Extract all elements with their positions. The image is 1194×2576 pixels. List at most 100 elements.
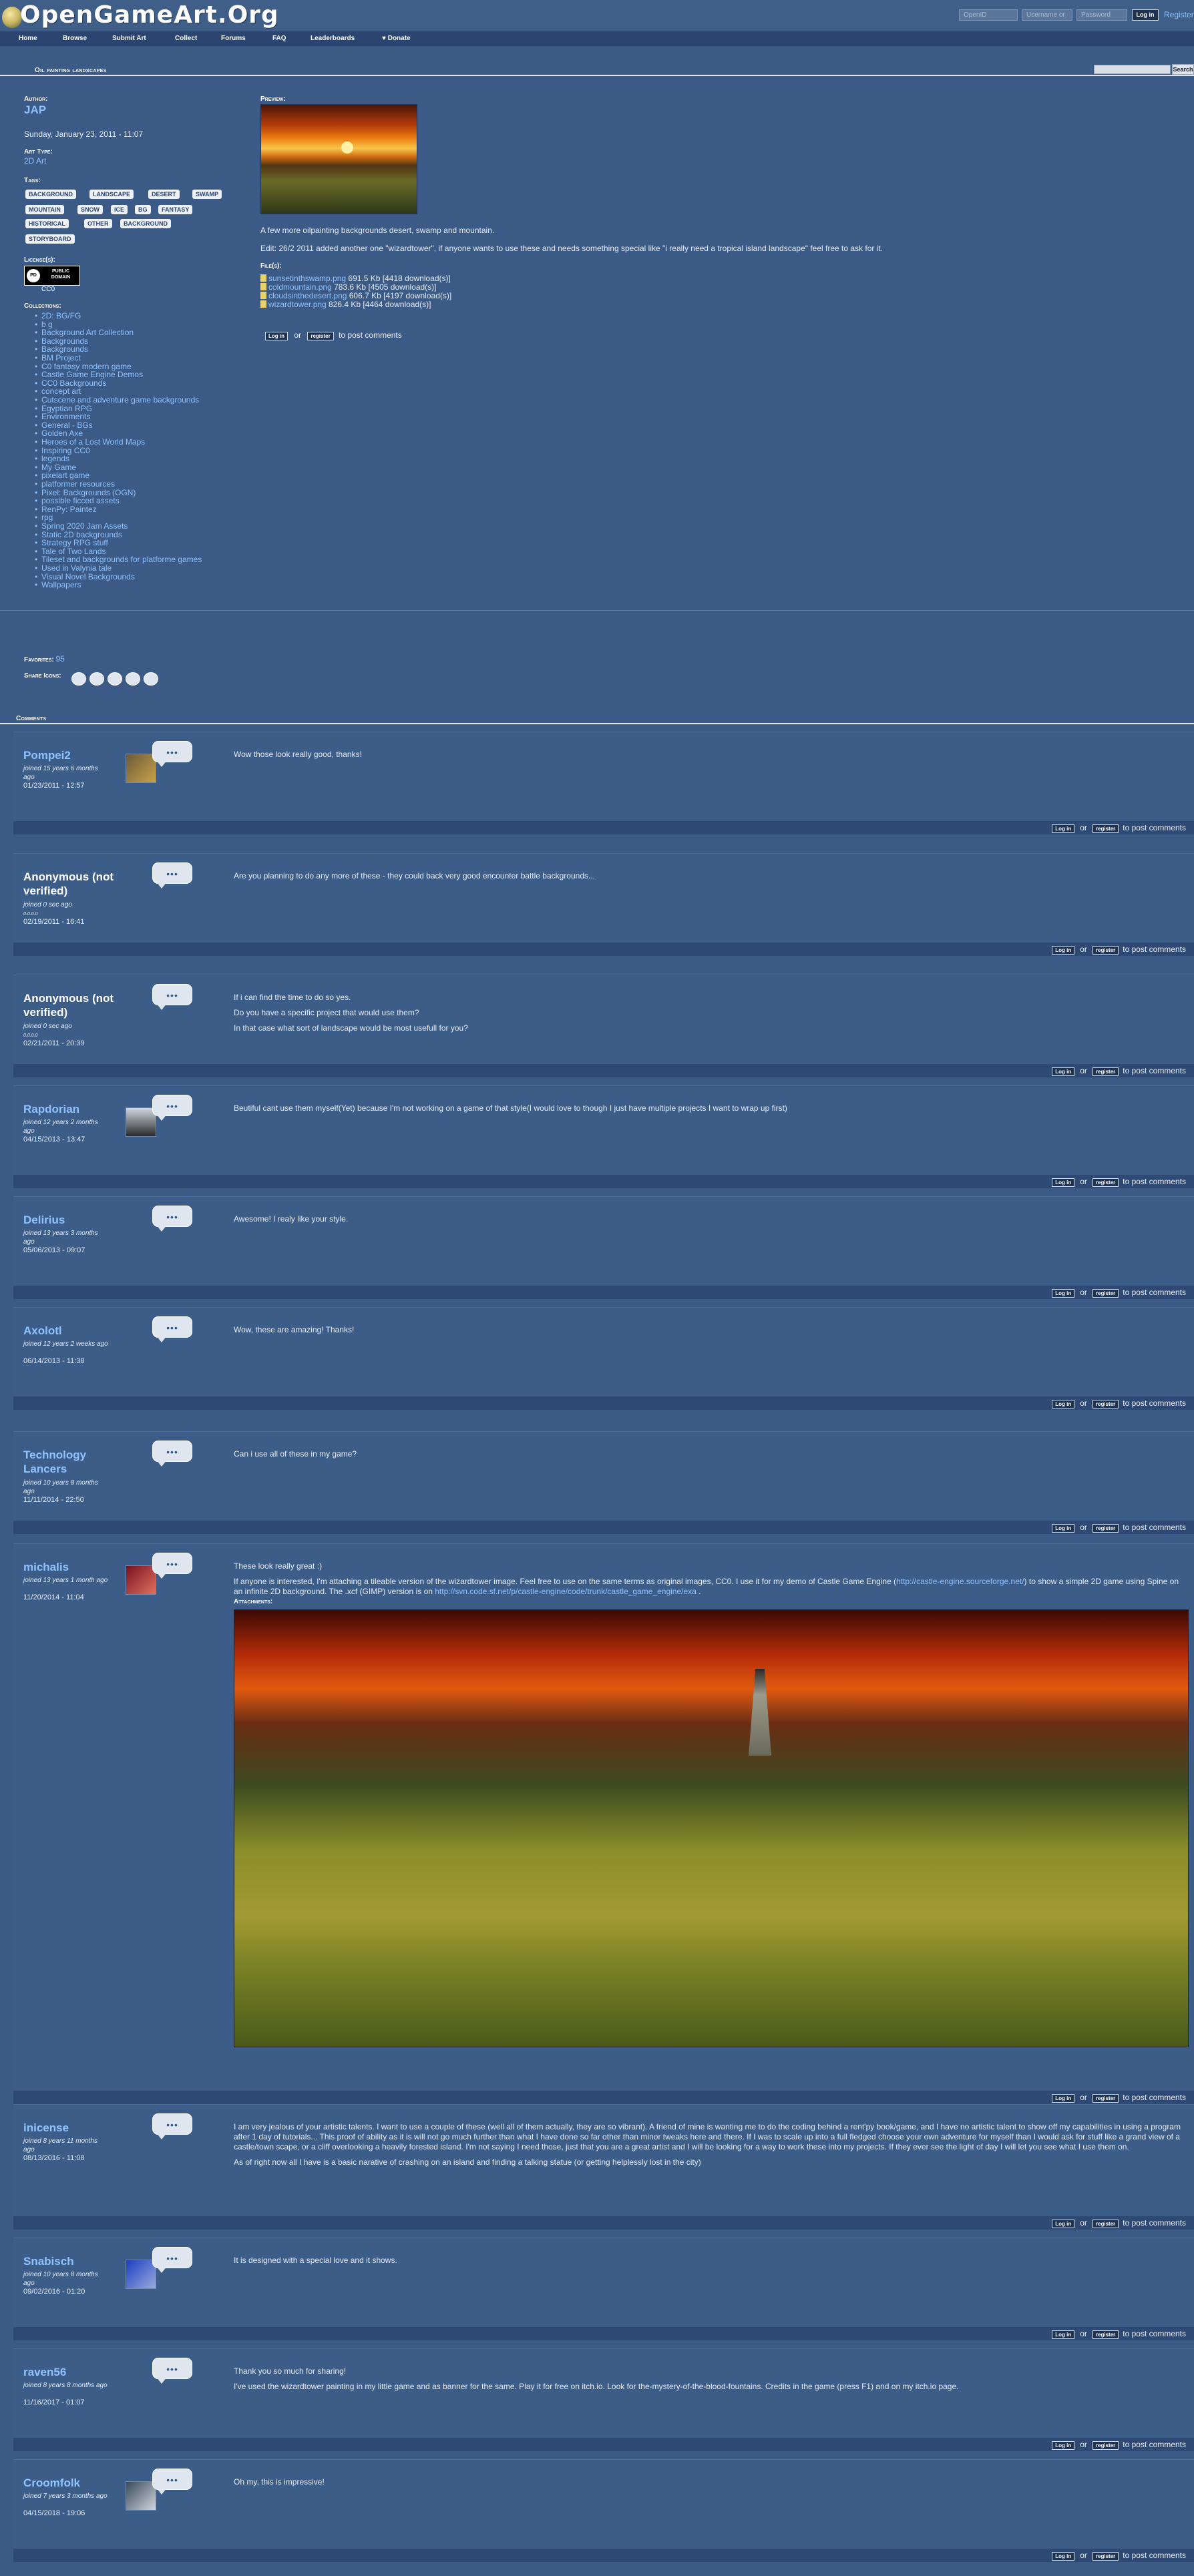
login-button[interactable]: Log in [1052, 946, 1075, 955]
nav-collect[interactable]: Collect [175, 35, 197, 42]
file-link[interactable]: coldmountain.png [268, 282, 332, 292]
nav-submit-art[interactable]: Submit Art [112, 35, 146, 42]
file-link[interactable]: sunsetinthswamp.png [268, 274, 346, 283]
tag[interactable]: Fantasy [158, 205, 193, 214]
register-button[interactable]: register [1092, 1524, 1119, 1533]
comment-body: Wow those look really good, thanks! [234, 750, 1189, 765]
preview-image[interactable] [260, 104, 417, 214]
comment-author[interactable]: raven56 [23, 2365, 117, 2379]
tag[interactable]: Landscape [89, 190, 134, 199]
tag[interactable]: Snow [77, 205, 103, 214]
login-button[interactable]: Log in [1052, 824, 1075, 833]
comment-body: Oh my, this is impressive! [234, 2477, 1189, 2493]
comment-author[interactable]: Axolotl [23, 1324, 117, 1338]
register-button[interactable]: register [1092, 2441, 1119, 2450]
login-button[interactable]: Log in [1052, 2552, 1075, 2561]
login-button[interactable]: Log in [1052, 2094, 1075, 2103]
art-type-link[interactable]: 2D Art [24, 156, 46, 166]
attachment-image[interactable] [234, 1609, 1189, 2047]
login-button[interactable]: Log in [1052, 1178, 1075, 1187]
favorites-count[interactable]: 95 [55, 654, 64, 664]
nav-forums[interactable]: Forums [221, 35, 246, 42]
username-input[interactable]: Username or [1022, 9, 1072, 21]
register-link[interactable]: Register [1164, 10, 1194, 19]
comment-author[interactable]: Croomfolk [23, 2476, 117, 2490]
comment-author[interactable]: Pompei2 [23, 748, 117, 762]
collections-label: Collections: [24, 302, 61, 310]
nav-donate[interactable]: ♥ Donate [382, 35, 411, 42]
file-row: wizardtower.png 826.4 Kb [4464 download(… [260, 300, 431, 309]
files-label: File(s): [260, 262, 282, 270]
comment-footer: Log in or register to post comments [13, 1286, 1194, 1299]
register-button[interactable]: register [1092, 1400, 1119, 1408]
comment-date: 01/23/2011 - 12:57 [23, 782, 85, 790]
comment-author[interactable]: Technology Lancers [23, 1448, 117, 1476]
post-comments-text: to post comments [1123, 2440, 1186, 2449]
engine-link[interactable]: http://castle-engine.sourceforge.net/ [896, 1577, 1024, 1586]
post-comments-text: to post comments [339, 330, 402, 340]
tag[interactable]: Storyboard [25, 234, 75, 244]
login-button[interactable]: Log in [1052, 1524, 1075, 1533]
comment-author[interactable]: inicense [23, 2121, 117, 2135]
openid-input[interactable]: OpenID [959, 9, 1018, 21]
login-button[interactable]: Log in [1132, 9, 1159, 21]
tag[interactable]: Swamp [192, 190, 222, 199]
register-button[interactable]: register [1092, 1067, 1119, 1076]
comment-author[interactable]: michalis [23, 1560, 117, 1574]
tag[interactable]: Background [120, 219, 171, 228]
register-button[interactable]: register [307, 332, 334, 340]
file-info: 606.7 Kb [4197 download(s)] [347, 291, 452, 300]
cc-icon: PD [27, 269, 40, 282]
tag[interactable]: Ice [111, 205, 128, 214]
register-button[interactable]: register [1092, 2220, 1119, 2228]
license-badge[interactable]: PD PUBLIC DOMAIN [24, 266, 80, 286]
comment-text: Wow, these are amazing! Thanks! [234, 1325, 355, 1334]
register-button[interactable]: register [1092, 2552, 1119, 2561]
login-button[interactable]: Log in [1052, 2441, 1075, 2450]
share-icon[interactable] [89, 672, 104, 686]
tag[interactable]: BG [135, 205, 151, 214]
comment-text: As of right now all I have is a basic na… [234, 2157, 701, 2167]
site-logo[interactable]: OpenGameArt.Org [0, 0, 287, 30]
login-button[interactable]: Log in [1052, 1400, 1075, 1408]
file-link[interactable]: cloudsinthedesert.png [268, 291, 347, 300]
comment: raven56 joined 8 years 8 months ago 11/16/… [13, 2348, 1194, 2451]
tag[interactable]: Background [25, 190, 76, 199]
comment-author[interactable]: Snabisch [23, 2254, 117, 2268]
facebook-icon[interactable] [144, 672, 158, 686]
tag[interactable]: Desert [148, 190, 180, 199]
register-button[interactable]: register [1092, 946, 1119, 955]
comment-author[interactable]: Rapdorian [23, 1102, 117, 1116]
tag[interactable]: Other [84, 219, 112, 228]
author-link[interactable]: JAP [24, 103, 46, 117]
register-button[interactable]: register [1092, 2330, 1119, 2339]
post-comments-text: to post comments [1123, 2329, 1186, 2338]
login-button[interactable]: Log in [1052, 1067, 1075, 1076]
login-button[interactable]: Log in [1052, 2220, 1075, 2228]
nav-leaderboards[interactable]: Leaderboards [311, 35, 355, 42]
register-button[interactable]: register [1092, 2094, 1119, 2103]
nav-faq[interactable]: FAQ [272, 35, 286, 42]
tag[interactable]: Mountain [25, 205, 64, 214]
file-link[interactable]: wizardtower.png [268, 300, 327, 309]
login-button[interactable]: Log in [265, 332, 288, 340]
tag[interactable]: Historical [25, 219, 69, 228]
login-button[interactable]: Log in [1052, 2330, 1075, 2339]
nav-home[interactable]: Home [19, 35, 37, 42]
login-button[interactable]: Log in [1052, 1289, 1075, 1298]
comment-author[interactable]: Delirius [23, 1213, 117, 1227]
nav-browse[interactable]: Browse [63, 35, 87, 42]
share-icon[interactable] [108, 672, 122, 686]
collection-link[interactable]: Wallpapers [35, 580, 81, 589]
password-input[interactable]: Password [1076, 9, 1127, 21]
joined-text: joined 8 years 11 months ago [23, 2137, 97, 2153]
tags-label: Tags: [24, 177, 41, 184]
register-button[interactable]: register [1092, 824, 1119, 833]
comment-body: Beutiful cant use them myself(Yet) becau… [234, 1103, 1189, 1119]
register-button[interactable]: register [1092, 1289, 1119, 1298]
twitter-icon[interactable] [126, 672, 140, 686]
svn-link[interactable]: http://svn.code.sf.net/p/castle-engine/c… [435, 1587, 696, 1596]
register-button[interactable]: register [1092, 1178, 1119, 1187]
share-icon[interactable] [71, 672, 86, 686]
post-comments-text: to post comments [1123, 2093, 1186, 2102]
